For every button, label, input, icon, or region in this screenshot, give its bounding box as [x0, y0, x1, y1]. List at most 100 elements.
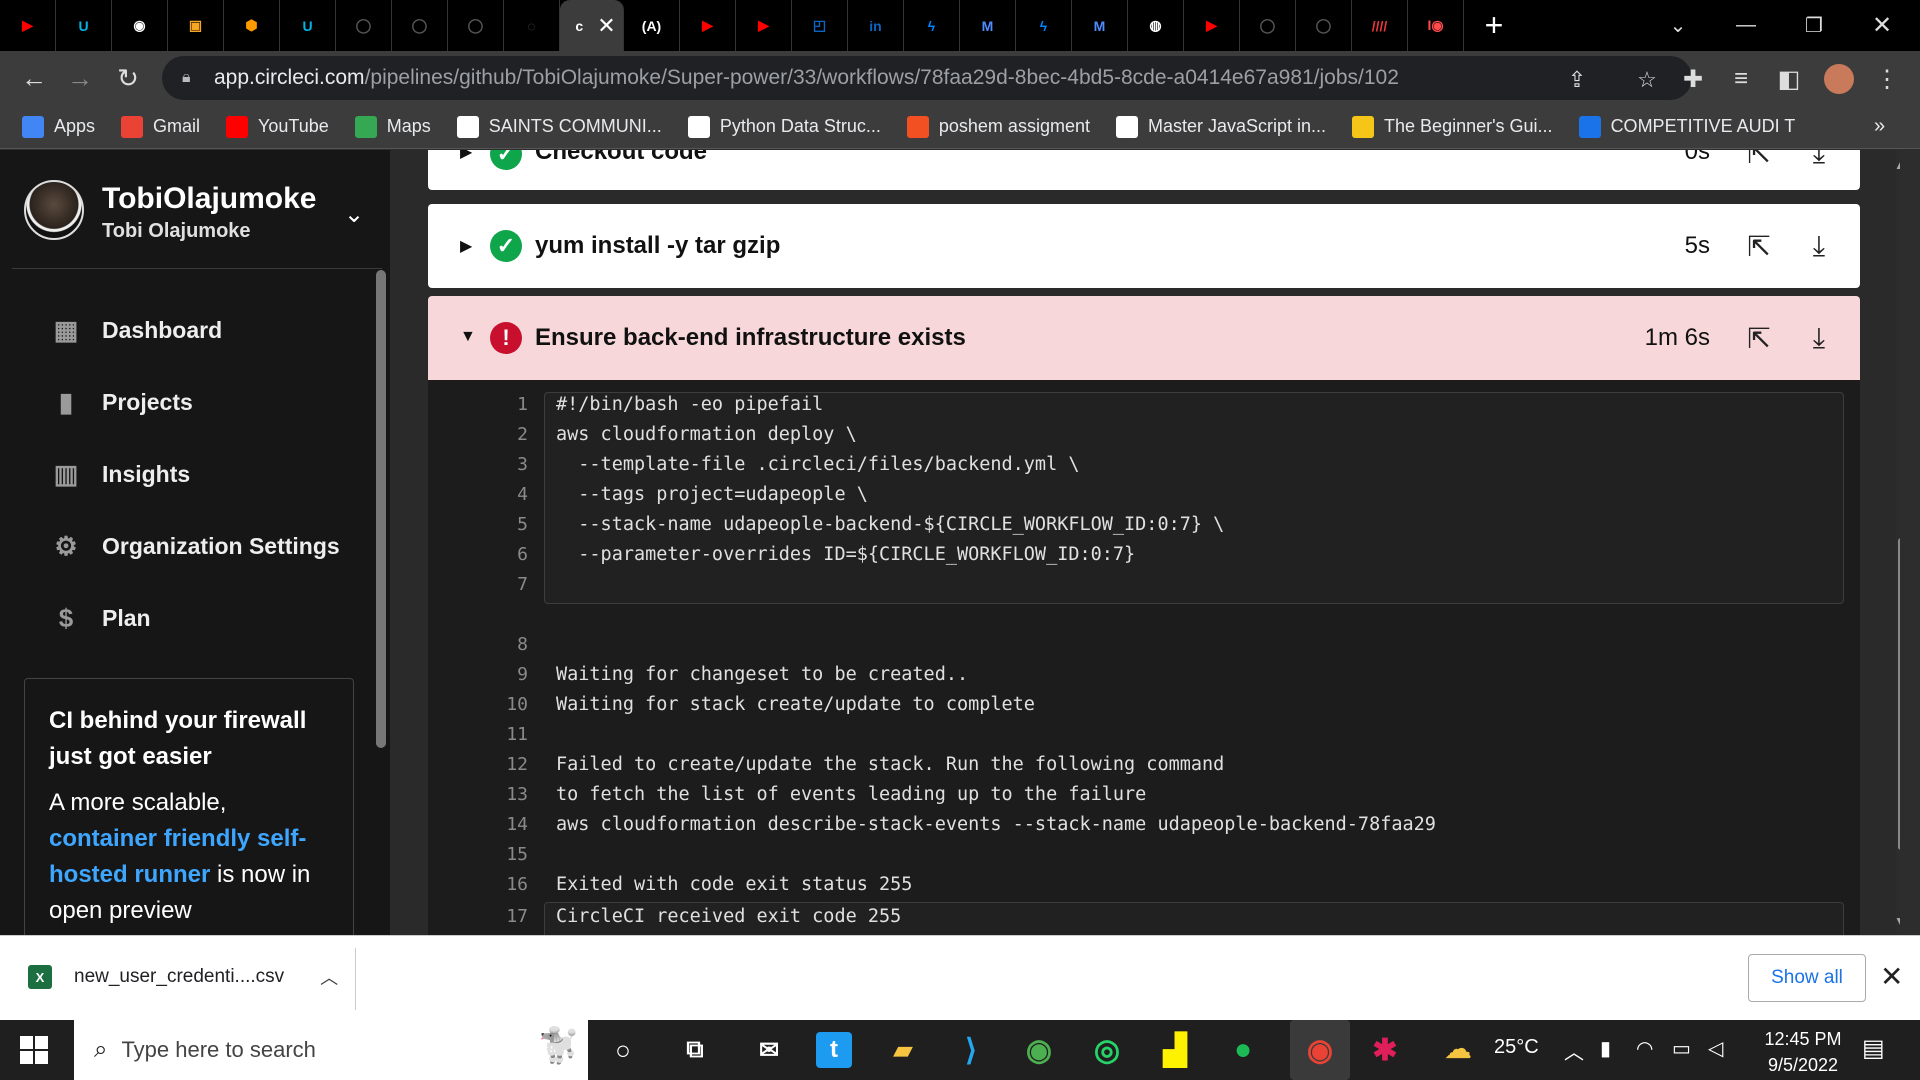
browser-tab[interactable]: ◰ [792, 0, 848, 51]
chevron-up-icon[interactable]: ︿ [320, 964, 338, 990]
mail-app-icon[interactable]: ✉ [748, 1030, 790, 1070]
bookmark-item[interactable]: Gmail [121, 115, 200, 138]
step-row-failed[interactable]: ▼ ! Ensure back-end infrastructure exist… [428, 296, 1860, 380]
wifi-icon[interactable]: ◠ [1636, 1036, 1653, 1061]
browser-tab[interactable]: U [280, 0, 336, 51]
bookmark-item[interactable]: Master JavaScript in... [1115, 115, 1326, 138]
restore-button[interactable]: ❐ [1780, 0, 1848, 51]
profile-avatar[interactable] [1822, 63, 1856, 95]
new-tab-button[interactable]: + [1464, 0, 1524, 51]
chevron-up-icon[interactable]: ︿ [1564, 1036, 1584, 1065]
bookmark-item[interactable]: COMPETITIVE AUDI T [1578, 115, 1795, 138]
download-icon[interactable]: ⤓ [1802, 229, 1836, 263]
forward-arrow-icon[interactable]: → [62, 60, 98, 96]
expand-arrow-icon[interactable]: ▶ [460, 150, 472, 162]
chrome-active-icon[interactable]: ◉ [1290, 1020, 1350, 1080]
open-external-icon[interactable]: ⇱ [1742, 229, 1776, 263]
weather-icon[interactable]: ☁ [1444, 1032, 1472, 1065]
url-text[interactable]: app.circleci.com/pipelines/github/TobiOl… [214, 66, 1399, 90]
notifications-icon[interactable]: ▤ [1862, 1034, 1885, 1063]
scrollbar-thumb[interactable] [1898, 538, 1900, 850]
open-external-icon[interactable]: ⇱ [1742, 150, 1776, 170]
browser-tab[interactable]: ◯ [1240, 0, 1296, 51]
windows-start-icon[interactable] [20, 1036, 48, 1064]
browser-tab[interactable]: ◯ [448, 0, 504, 51]
download-icon[interactable]: ⤓ [1802, 321, 1836, 355]
bookmark-star-icon[interactable]: ☆ [1632, 65, 1662, 95]
browser-tab[interactable]: ◌ [504, 0, 560, 51]
share-icon[interactable]: ⇪ [1562, 65, 1592, 95]
browser-tab[interactable]: in [848, 0, 904, 51]
cortana-icon[interactable]: ○ [602, 1030, 644, 1070]
bookmark-item[interactable]: YouTube [226, 115, 329, 138]
browser-tab[interactable]: ▣ [168, 0, 224, 51]
file-explorer-icon[interactable]: ▰ [882, 1030, 924, 1070]
close-icon[interactable]: ✕ [1880, 960, 1903, 993]
browser-tab[interactable]: ▶ [680, 0, 736, 51]
system-clock[interactable]: 12:45 PM 9/5/2022 [1748, 1026, 1858, 1078]
browser-tab[interactable]: (A) [624, 0, 680, 51]
browser-tab[interactable]: M [1072, 0, 1128, 51]
bookmark-item[interactable]: Maps [354, 115, 431, 138]
vscode-icon[interactable]: ⟩ [950, 1030, 992, 1070]
step-row[interactable]: ▶ ✓ yum install -y tar gzip 5s ⇱ ⤓ [428, 204, 1860, 288]
sidebar-item-insights[interactable]: ▥ Insights [50, 454, 190, 494]
chrome-icon[interactable]: ◉ [1018, 1030, 1060, 1070]
browser-tab[interactable]: ◉ [112, 0, 168, 51]
browser-tab[interactable]: ϟ [904, 0, 960, 51]
sidebar-scrollbar[interactable] [376, 270, 386, 748]
org-switcher[interactable]: TobiOlajumoke Tobi Olajumoke ⌄ [24, 180, 374, 264]
close-window-button[interactable]: ✕ [1848, 0, 1916, 51]
browser-tab[interactable]: ▶ [1184, 0, 1240, 51]
bookmark-item[interactable]: SAINTS COMMUNI... [456, 115, 662, 138]
browser-tab[interactable]: c ✕ [560, 0, 624, 51]
download-icon[interactable]: ⤓ [1802, 150, 1836, 170]
whatsapp-icon[interactable]: ◎ [1086, 1030, 1128, 1070]
taskbar-search[interactable]: ⌕ Type here to search 🐩 [74, 1020, 588, 1080]
browser-tab[interactable]: //// [1352, 0, 1408, 51]
bookmark-item[interactable]: Apps [22, 115, 95, 138]
browser-tab[interactable]: ϟ [1016, 0, 1072, 51]
browser-tab[interactable]: ◯ [392, 0, 448, 51]
battery-icon[interactable]: ▭ [1672, 1036, 1691, 1061]
scroll-up-icon[interactable]: ▲ [1894, 158, 1900, 172]
browser-tab[interactable]: ⬢ [224, 0, 280, 51]
main-scrollbar[interactable]: ▲ ▼ [1894, 150, 1900, 935]
lock-icon[interactable]: 🔒︎ [182, 69, 204, 87]
expand-arrow-icon[interactable]: ▶ [460, 236, 472, 256]
back-arrow-icon[interactable]: ← [16, 60, 52, 96]
extensions-puzzle-icon[interactable]: ✚ [1676, 63, 1710, 95]
open-external-icon[interactable]: ⇱ [1742, 321, 1776, 355]
slack-icon[interactable]: ✱ [1364, 1030, 1406, 1070]
browser-tab[interactable]: ▶ [0, 0, 56, 51]
browser-menu-icon[interactable]: ⋮ [1870, 63, 1904, 95]
browser-tab[interactable]: ▶ [736, 0, 792, 51]
browser-tab[interactable]: ◯ [1296, 0, 1352, 51]
weather-temp[interactable]: 25°C [1494, 1036, 1539, 1059]
browser-tab[interactable]: M [960, 0, 1016, 51]
task-view-icon[interactable]: ⧉ [674, 1030, 716, 1070]
collapse-arrow-icon[interactable]: ▼ [460, 328, 476, 346]
sidebar-item-dashboard[interactable]: ▦ Dashboard [50, 310, 222, 350]
bookmark-item[interactable]: Python Data Struc... [687, 115, 881, 138]
chevron-down-icon[interactable]: ⌄ [344, 200, 364, 229]
bookmark-item[interactable]: The Beginner's Gui... [1352, 115, 1553, 138]
twitter-icon[interactable]: t [816, 1032, 852, 1068]
media-control-icon[interactable]: ≡ [1724, 63, 1758, 95]
sidebar-item-plan[interactable]: $ Plan [50, 598, 151, 638]
bookmark-item[interactable]: poshem assigment [906, 115, 1090, 138]
browser-tab[interactable]: ◯ [336, 0, 392, 51]
tab-search-chevron-icon[interactable]: ⌄ [1644, 0, 1712, 51]
step-row[interactable]: ▶ ✓ Checkout code 0s ⇱ ⤓ [428, 150, 1860, 190]
browser-tab[interactable]: I◉ [1408, 0, 1464, 51]
minimize-button[interactable]: — [1712, 0, 1780, 51]
sticky-notes-icon[interactable]: ▟ [1154, 1030, 1196, 1070]
microphone-icon[interactable]: ▮ [1600, 1036, 1611, 1061]
download-item[interactable]: X new_user_credenti....csv ︿ [28, 964, 338, 990]
browser-tab[interactable]: U [56, 0, 112, 51]
sidebar-item-organization-settings[interactable]: ⚙ Organization Settings [50, 526, 339, 566]
scroll-down-icon[interactable]: ▼ [1894, 914, 1900, 928]
browser-tab[interactable]: ◍ [1128, 0, 1184, 51]
bookmarks-overflow-icon[interactable]: » [1874, 115, 1885, 138]
sidebar-item-projects[interactable]: ▮ Projects [50, 382, 193, 422]
